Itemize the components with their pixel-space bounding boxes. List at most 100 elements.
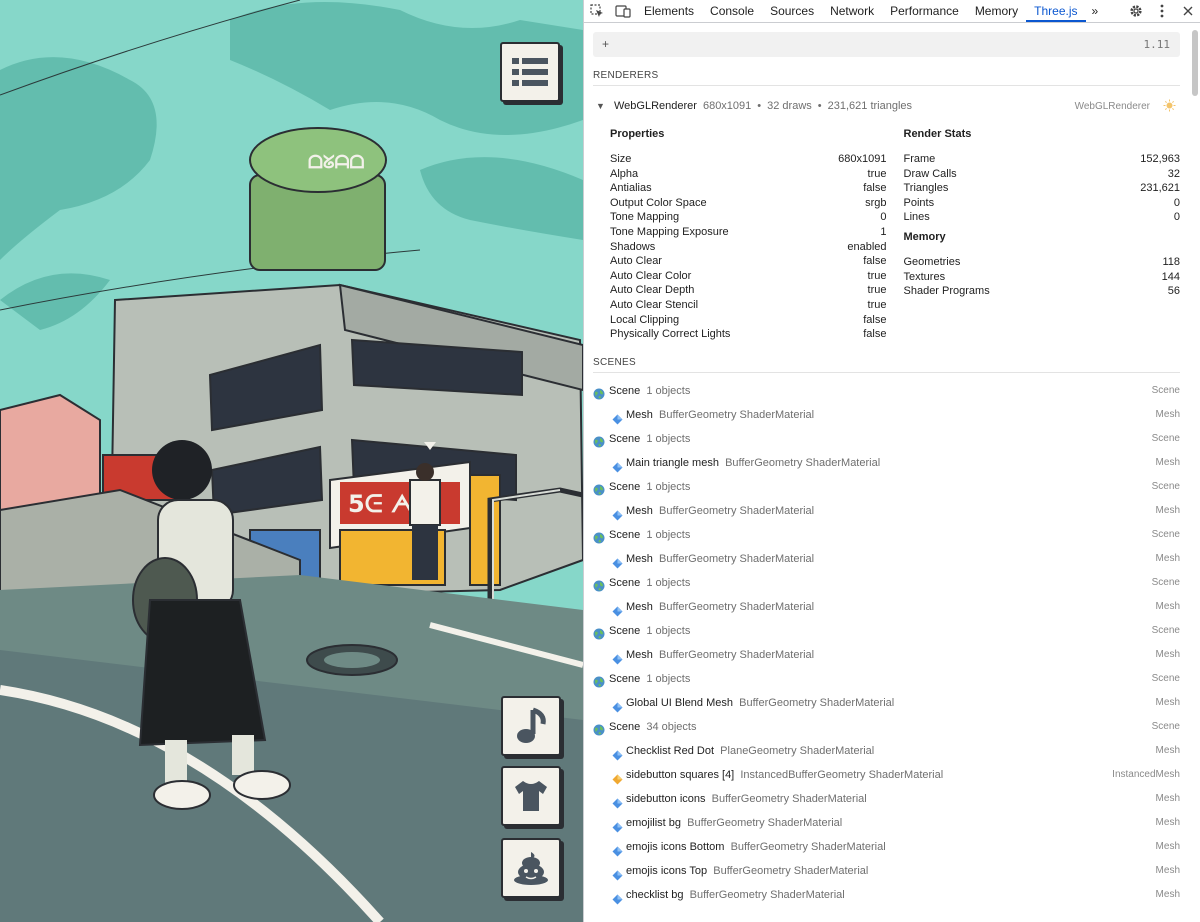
property-value: true bbox=[867, 298, 887, 311]
scene-row[interactable]: Scene 1 objects Scene bbox=[593, 619, 1180, 643]
device-toolbar-icon[interactable] bbox=[610, 0, 636, 22]
object-row[interactable]: Mesh BufferGeometry ShaderMaterial Mesh bbox=[593, 595, 1180, 619]
add-icon[interactable]: + bbox=[602, 37, 609, 51]
object-row[interactable]: Main triangle mesh BufferGeometry Shader… bbox=[593, 451, 1180, 475]
object-row[interactable]: checklist bg BufferGeometry ShaderMateri… bbox=[593, 883, 1180, 907]
more-tabs-button[interactable]: » bbox=[1086, 0, 1105, 22]
object-row[interactable]: emojilist bg BufferGeometry ShaderMateri… bbox=[593, 811, 1180, 835]
scene-label: Scene 1 objects bbox=[609, 523, 690, 547]
water-tank-sign: ᗝᘜᗩᗝ bbox=[308, 152, 365, 173]
scene-type: Scene bbox=[1151, 480, 1180, 492]
renderer-size: 680x1091 bbox=[702, 100, 752, 112]
scene-row[interactable]: Scene 1 objects Scene bbox=[593, 475, 1180, 499]
object-info: BufferGeometry ShaderMaterial bbox=[730, 840, 886, 853]
scene-row[interactable]: Scene 1 objects Scene bbox=[593, 571, 1180, 595]
tab-elements[interactable]: Elements bbox=[636, 0, 702, 22]
render-stat-row: Triangles 231,621 bbox=[904, 181, 1181, 196]
tab-three-js[interactable]: Three.js bbox=[1026, 0, 1086, 22]
scene-type: Scene bbox=[1151, 528, 1180, 540]
devtools-tabbar: Elements Console Sources Network Performance… bbox=[584, 0, 1200, 23]
object-type: Mesh bbox=[1155, 816, 1180, 828]
render-stats-title: Render Stats bbox=[903, 128, 972, 140]
object-row[interactable]: emojis icons Bottom BufferGeometry Shade… bbox=[593, 835, 1180, 859]
render-stat-row: Points 0 bbox=[904, 196, 1181, 211]
object-type: InstancedMesh bbox=[1112, 768, 1180, 780]
object-row[interactable]: Mesh BufferGeometry ShaderMaterial Mesh bbox=[593, 643, 1180, 667]
object-name: Mesh bbox=[626, 648, 653, 661]
object-type: Mesh bbox=[1155, 792, 1180, 804]
kebab-menu-icon[interactable] bbox=[1149, 0, 1175, 22]
scene-object-count: 1 objects bbox=[646, 672, 691, 685]
object-row[interactable]: Global UI Blend Mesh BufferGeometry Shad… bbox=[593, 691, 1180, 715]
tab-sources[interactable]: Sources bbox=[762, 0, 822, 22]
scene-type: Scene bbox=[1151, 576, 1180, 588]
devtools-panel: Elements Console Sources Network Performance… bbox=[583, 0, 1200, 922]
scene-object-count: 1 objects bbox=[646, 576, 691, 589]
menu-list-button[interactable] bbox=[500, 42, 560, 102]
settings-gear-icon[interactable] bbox=[1123, 0, 1149, 22]
extension-version: 1.11 bbox=[1143, 38, 1171, 51]
properties-title: Properties bbox=[610, 128, 665, 140]
tab-performance[interactable]: Performance bbox=[882, 0, 967, 22]
scenes-section-title: SCENES bbox=[593, 357, 1180, 373]
property-row: Auto Clear Depth true bbox=[610, 283, 887, 298]
render-stat-value: 32 bbox=[1167, 167, 1180, 180]
object-name: Main triangle mesh bbox=[626, 456, 719, 469]
property-key: Alpha bbox=[610, 167, 639, 180]
scene-object-count: 1 objects bbox=[646, 528, 691, 541]
object-label: Mesh BufferGeometry ShaderMaterial bbox=[626, 595, 814, 619]
render-stat-key: Triangles bbox=[903, 182, 949, 195]
render-stats-column: Render Stats Frame 152,963 Draw Calls 32 Tri… bbox=[887, 122, 1181, 342]
scene-name: Scene bbox=[609, 384, 641, 397]
scene-label: Scene 1 objects bbox=[609, 427, 690, 451]
scene-row[interactable]: Scene 1 objects Scene bbox=[593, 379, 1180, 403]
object-name: emojis icons Bottom bbox=[626, 840, 725, 853]
object-info: BufferGeometry ShaderMaterial bbox=[725, 456, 881, 469]
outfit-button[interactable] bbox=[501, 766, 561, 826]
object-row[interactable]: sidebutton icons BufferGeometry ShaderMa… bbox=[593, 787, 1180, 811]
object-row[interactable]: sidebutton squares [4] InstancedBufferGe… bbox=[593, 763, 1180, 787]
tab-console[interactable]: Console bbox=[702, 0, 762, 22]
scene-row[interactable]: Scene 34 objects Scene bbox=[593, 715, 1180, 739]
music-button[interactable] bbox=[501, 696, 561, 756]
tab-memory[interactable]: Memory bbox=[967, 0, 1026, 22]
list-icon bbox=[512, 58, 548, 86]
object-row[interactable]: Mesh BufferGeometry ShaderMaterial Mesh bbox=[593, 403, 1180, 427]
panel-scrollbar[interactable] bbox=[1192, 30, 1198, 96]
object-info: BufferGeometry ShaderMaterial bbox=[659, 552, 815, 565]
scene-row[interactable]: Scene 1 objects Scene bbox=[593, 523, 1180, 547]
property-value: false bbox=[863, 182, 887, 195]
scene-label: Scene 1 objects bbox=[609, 475, 690, 499]
object-label: Mesh BufferGeometry ShaderMaterial bbox=[626, 643, 814, 667]
scene-name: Scene bbox=[609, 672, 641, 685]
separator-dot: • bbox=[817, 100, 822, 112]
object-label: emojilist bg BufferGeometry ShaderMateri… bbox=[626, 811, 842, 835]
object-row[interactable]: Checklist Red Dot PlaneGeometry ShaderMa… bbox=[593, 739, 1180, 763]
object-info: BufferGeometry ShaderMaterial bbox=[659, 648, 815, 661]
object-type: Mesh bbox=[1155, 552, 1180, 564]
scene-label: Scene 1 objects bbox=[609, 667, 690, 691]
game-viewport[interactable]: ᗝᘜᗩᗝ 5ᕮ ᗅ bbox=[0, 0, 583, 922]
memory-stat-row: Geometries 118 bbox=[904, 255, 1181, 270]
emoji-button[interactable] bbox=[501, 838, 561, 898]
collapse-triangle-icon[interactable]: ▼ bbox=[593, 101, 614, 111]
render-stat-key: Lines bbox=[903, 211, 930, 224]
renderer-row[interactable]: ▼ WebGLRenderer 680x1091 • 32 draws • 23… bbox=[593, 94, 1180, 118]
tab-network[interactable]: Network bbox=[822, 0, 882, 22]
scene-row[interactable]: Scene 1 objects Scene bbox=[593, 427, 1180, 451]
scene-row[interactable]: Scene 1 objects Scene bbox=[593, 667, 1180, 691]
object-row[interactable]: emojis icons Top BufferGeometry ShaderMa… bbox=[593, 859, 1180, 883]
inspect-element-icon[interactable] bbox=[584, 0, 610, 22]
object-row[interactable]: Mesh BufferGeometry ShaderMaterial Mesh bbox=[593, 547, 1180, 571]
memory-stat-key: Shader Programs bbox=[903, 285, 990, 298]
scene-label: Scene 34 objects bbox=[609, 715, 696, 739]
close-devtools-icon[interactable] bbox=[1175, 0, 1200, 22]
object-row[interactable]: Mesh BufferGeometry ShaderMaterial Mesh bbox=[593, 499, 1180, 523]
scene-object-count: 1 objects bbox=[646, 624, 691, 637]
property-key: Tone Mapping Exposure bbox=[610, 225, 729, 238]
render-stat-value: 0 bbox=[1173, 211, 1180, 224]
scene-search-bar[interactable]: + 1.11 bbox=[593, 32, 1180, 57]
property-value: true bbox=[867, 284, 887, 297]
property-key: Size bbox=[610, 153, 632, 165]
property-key: Output Color Space bbox=[610, 196, 707, 209]
